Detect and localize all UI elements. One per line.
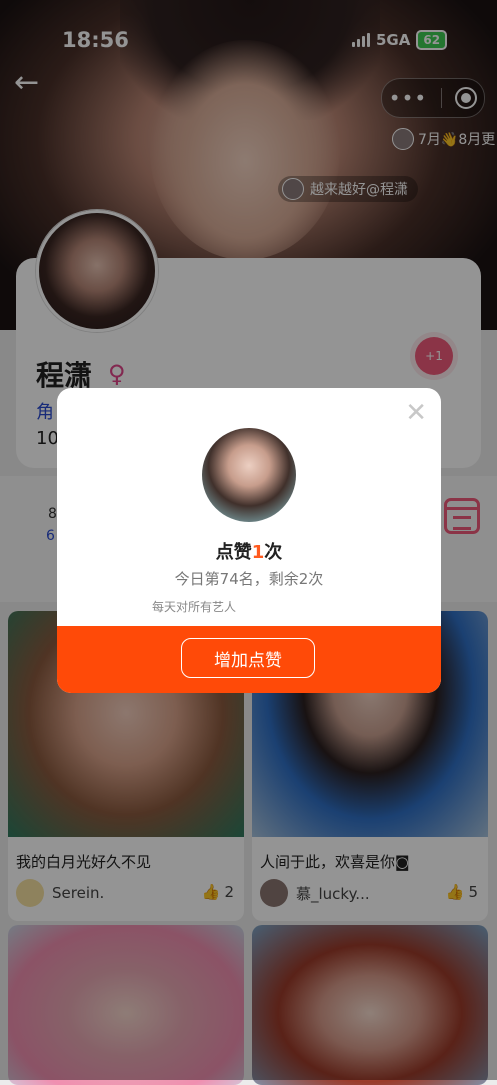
like-modal: ✕ 点赞1次 今日第74名，剩余2次 每天对所有艺人 增加点赞 [57, 388, 441, 693]
modal-artist-avatar [202, 428, 296, 522]
modal-title: 点赞1次 [57, 538, 441, 564]
modal-title-suffix: 次 [264, 542, 283, 563]
modal-note: 每天对所有艺人 [152, 600, 237, 614]
modal-rank-text: 今日第74名，剩余2次 [174, 570, 324, 588]
close-icon[interactable]: ✕ [405, 398, 427, 428]
modal-title-prefix: 点赞 [215, 542, 252, 563]
modal-title-count: 1 [251, 542, 265, 563]
add-like-button[interactable]: 增加点赞 [181, 638, 315, 678]
